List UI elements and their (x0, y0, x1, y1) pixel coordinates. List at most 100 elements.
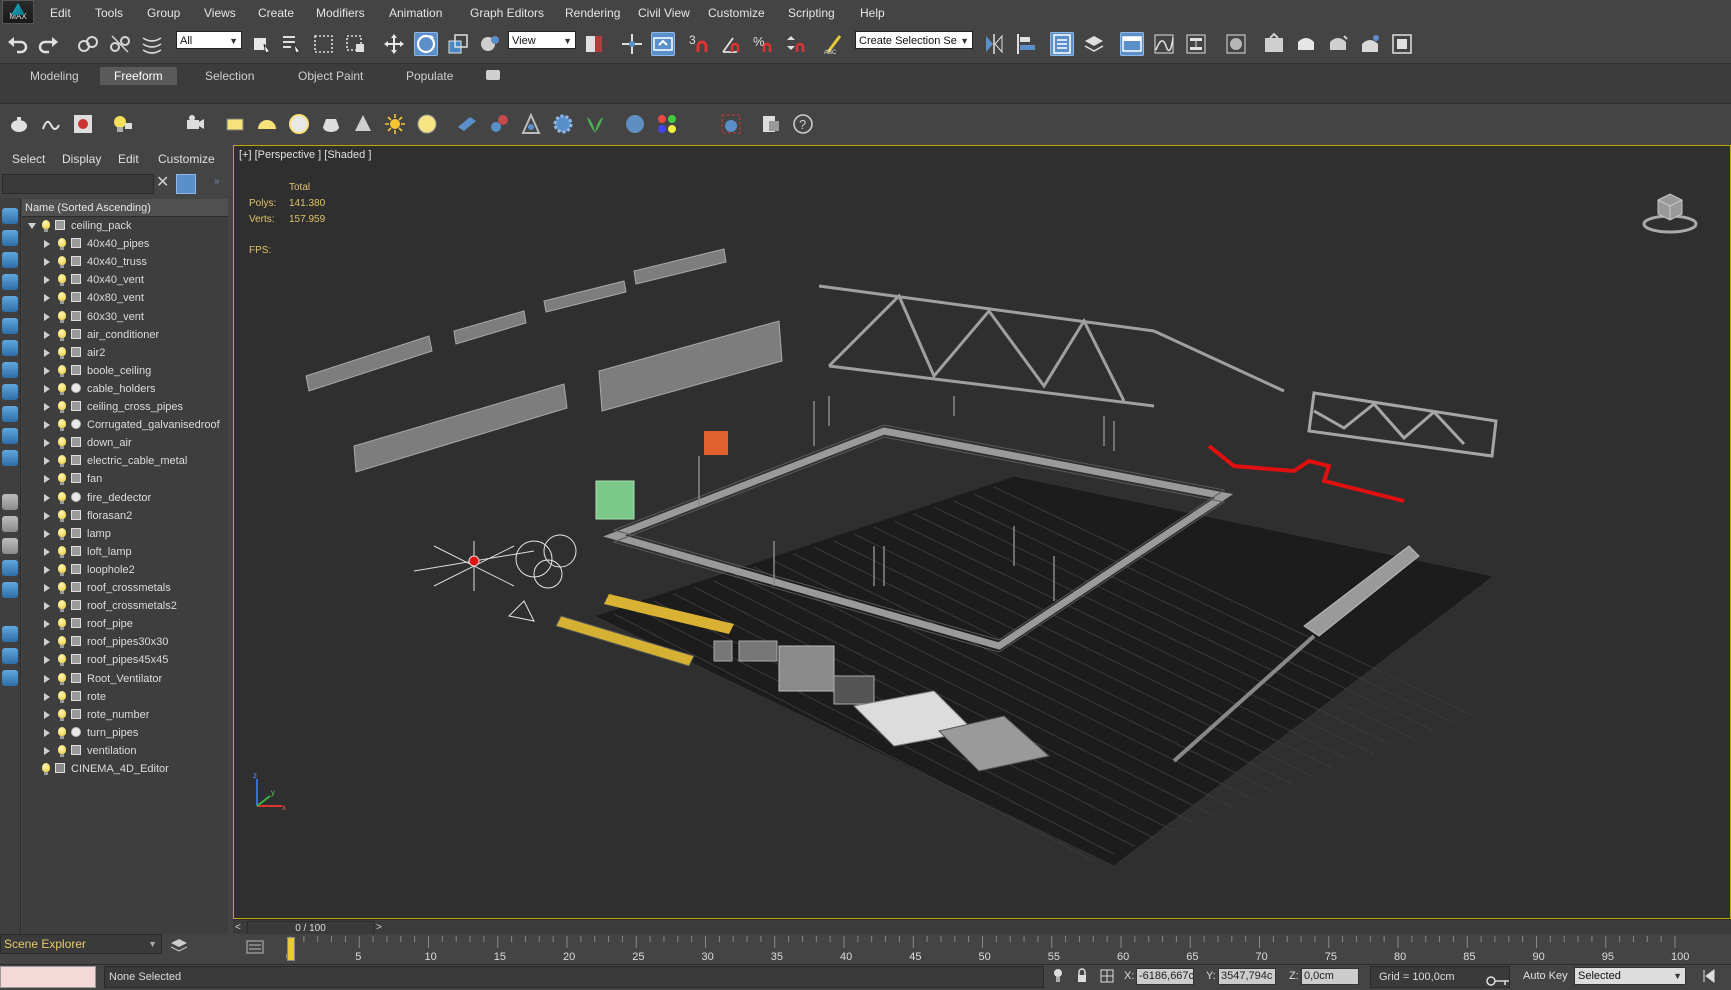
tree-row[interactable]: 40x40_vent (22, 271, 228, 289)
expand-arrow-icon[interactable] (44, 638, 50, 647)
expand-arrow-icon[interactable] (44, 312, 50, 321)
tree-row[interactable]: air_conditioner (22, 326, 228, 344)
isolate-selection-icon[interactable] (1052, 968, 1064, 984)
tree-row[interactable]: roof_pipes45x45 (22, 651, 228, 669)
key-filter-select[interactable]: Selected ▼ (1574, 967, 1686, 985)
lightbulb-icon[interactable] (58, 274, 66, 287)
particle-system-icon[interactable] (456, 113, 478, 135)
lightbulb-icon[interactable] (58, 437, 66, 450)
render-setup-icon[interactable] (1262, 32, 1286, 56)
gear-icon[interactable] (552, 113, 574, 135)
expand-arrow-icon[interactable] (44, 710, 50, 719)
filter-toggle-icon[interactable] (2, 384, 18, 400)
tree-row[interactable]: roof_crossmetals2 (22, 597, 228, 615)
filter-toggle-icon[interactable] (2, 296, 18, 312)
menu-civil-view[interactable]: Civil View (638, 6, 690, 20)
maxscript-listener[interactable] (0, 966, 96, 988)
lightbulb-icon[interactable] (58, 636, 66, 649)
expand-arrow-icon[interactable] (44, 746, 50, 755)
expand-arrow-icon[interactable] (44, 457, 50, 466)
filter-toggle-icon[interactable] (2, 252, 18, 268)
filter-toggle-icon[interactable] (2, 516, 18, 532)
expand-arrow-icon[interactable] (44, 276, 50, 285)
expand-arrow-icon[interactable] (44, 620, 50, 629)
tab-selection[interactable]: Selection (191, 67, 268, 85)
link-icon[interactable] (76, 32, 100, 56)
tab-object-paint[interactable]: Object Paint (284, 67, 377, 85)
foliage-icon[interactable] (584, 113, 606, 135)
tab-modeling[interactable]: Modeling (16, 67, 93, 85)
scale-icon[interactable] (446, 32, 470, 56)
tree-row[interactable]: rote (22, 688, 228, 706)
rotate-icon[interactable] (414, 32, 438, 56)
tree-row[interactable]: air2 (22, 344, 228, 362)
expand-arrow-icon[interactable] (44, 403, 50, 411)
lightbulb-icon[interactable] (58, 292, 66, 305)
lightbulb-icon[interactable] (58, 563, 66, 576)
tree-row[interactable]: electric_cable_metal (22, 452, 228, 470)
menu-graph-editors[interactable]: Graph Editors (470, 6, 544, 20)
expand-arrow-icon[interactable] (44, 511, 50, 520)
expand-arrow-icon[interactable] (44, 294, 50, 303)
explorer-menu-edit[interactable]: Edit (118, 152, 139, 166)
tree-row[interactable]: 60x30_vent (22, 308, 228, 326)
expand-arrow-icon[interactable] (44, 493, 50, 502)
select-manipulate-icon[interactable] (620, 32, 644, 56)
lightbulb-icon[interactable] (58, 382, 66, 395)
tree-row[interactable]: rote_number (22, 706, 228, 724)
filter-toggle-icon[interactable] (2, 362, 18, 378)
menu-group[interactable]: Group (147, 6, 180, 20)
z-coord-field[interactable]: 0,0cm (1301, 968, 1359, 985)
expand-arrow-icon[interactable] (44, 258, 50, 267)
tree-row[interactable]: roof_pipe (22, 615, 228, 633)
expand-arrow-icon[interactable] (44, 439, 50, 448)
explorer-menu-customize[interactable]: Customize (158, 152, 215, 166)
edit-named-selection-icon[interactable]: ABC (822, 32, 846, 56)
previous-frame-button[interactable]: < (235, 922, 241, 933)
x-coord-field[interactable]: -6186,667c (1136, 968, 1194, 985)
menu-modifiers[interactable]: Modifiers (316, 6, 365, 20)
window-crossing-icon[interactable] (344, 32, 368, 56)
place-icon[interactable] (478, 32, 502, 56)
filter-toggle-icon[interactable] (2, 450, 18, 466)
tree-row[interactable]: cable_holders (22, 380, 228, 398)
lightbulb-icon[interactable] (58, 744, 66, 757)
tab-populate[interactable]: Populate (392, 67, 467, 85)
toggle-scene-explorer-icon[interactable] (1050, 32, 1074, 56)
filter-toggle-icon[interactable] (2, 274, 18, 290)
tree-row[interactable]: Corrugated_galvanisedroof (22, 416, 228, 434)
spinner-snap-icon[interactable] (784, 32, 808, 56)
absolute-mode-icon[interactable] (1100, 968, 1114, 984)
render-settings-icon[interactable] (760, 113, 782, 135)
align-icon[interactable] (1014, 32, 1038, 56)
filter-toggle-icon[interactable] (2, 340, 18, 356)
lightbulb-icon[interactable] (58, 238, 66, 251)
lightbulb-icon[interactable] (58, 527, 66, 540)
filter-toggle-icon[interactable] (2, 648, 18, 664)
dynamics-icon[interactable] (520, 112, 542, 135)
tree-row[interactable]: Root_Ventilator (22, 670, 228, 688)
color-swatches-icon[interactable] (656, 113, 678, 135)
close-icon[interactable]: ✕ (156, 174, 170, 192)
tree-row[interactable]: ceiling_cross_pipes (22, 398, 228, 416)
filter-toggle-icon[interactable] (2, 582, 18, 598)
lightbulb-icon[interactable] (58, 401, 66, 413)
filter-toggle-icon[interactable] (2, 560, 18, 576)
plane-icon[interactable] (224, 113, 246, 135)
selection-filter-select[interactable]: All ▼ (176, 31, 242, 49)
select-object-icon[interactable] (250, 32, 274, 56)
rendered-frame-window-icon[interactable] (1294, 32, 1318, 56)
y-coord-field[interactable]: 3547,794c (1218, 968, 1276, 985)
panel-expand-icon[interactable]: » (214, 176, 220, 187)
lightbulb-icon[interactable] (58, 364, 66, 377)
tree-row[interactable]: ventilation (22, 742, 228, 760)
lightbulb-icon[interactable] (58, 473, 66, 486)
undo-icon[interactable] (6, 32, 30, 56)
toggle-ribbon-icon[interactable] (1120, 32, 1144, 56)
teapot-icon[interactable] (8, 113, 30, 135)
named-selection-sets-select[interactable]: Create Selection Se ▼ (855, 31, 973, 49)
lightbulb-icon[interactable] (58, 708, 66, 721)
mirror-icon[interactable] (982, 32, 1006, 56)
tree-row[interactable]: 40x40_truss (22, 253, 228, 271)
tree-row[interactable]: 40x80_vent (22, 289, 228, 307)
